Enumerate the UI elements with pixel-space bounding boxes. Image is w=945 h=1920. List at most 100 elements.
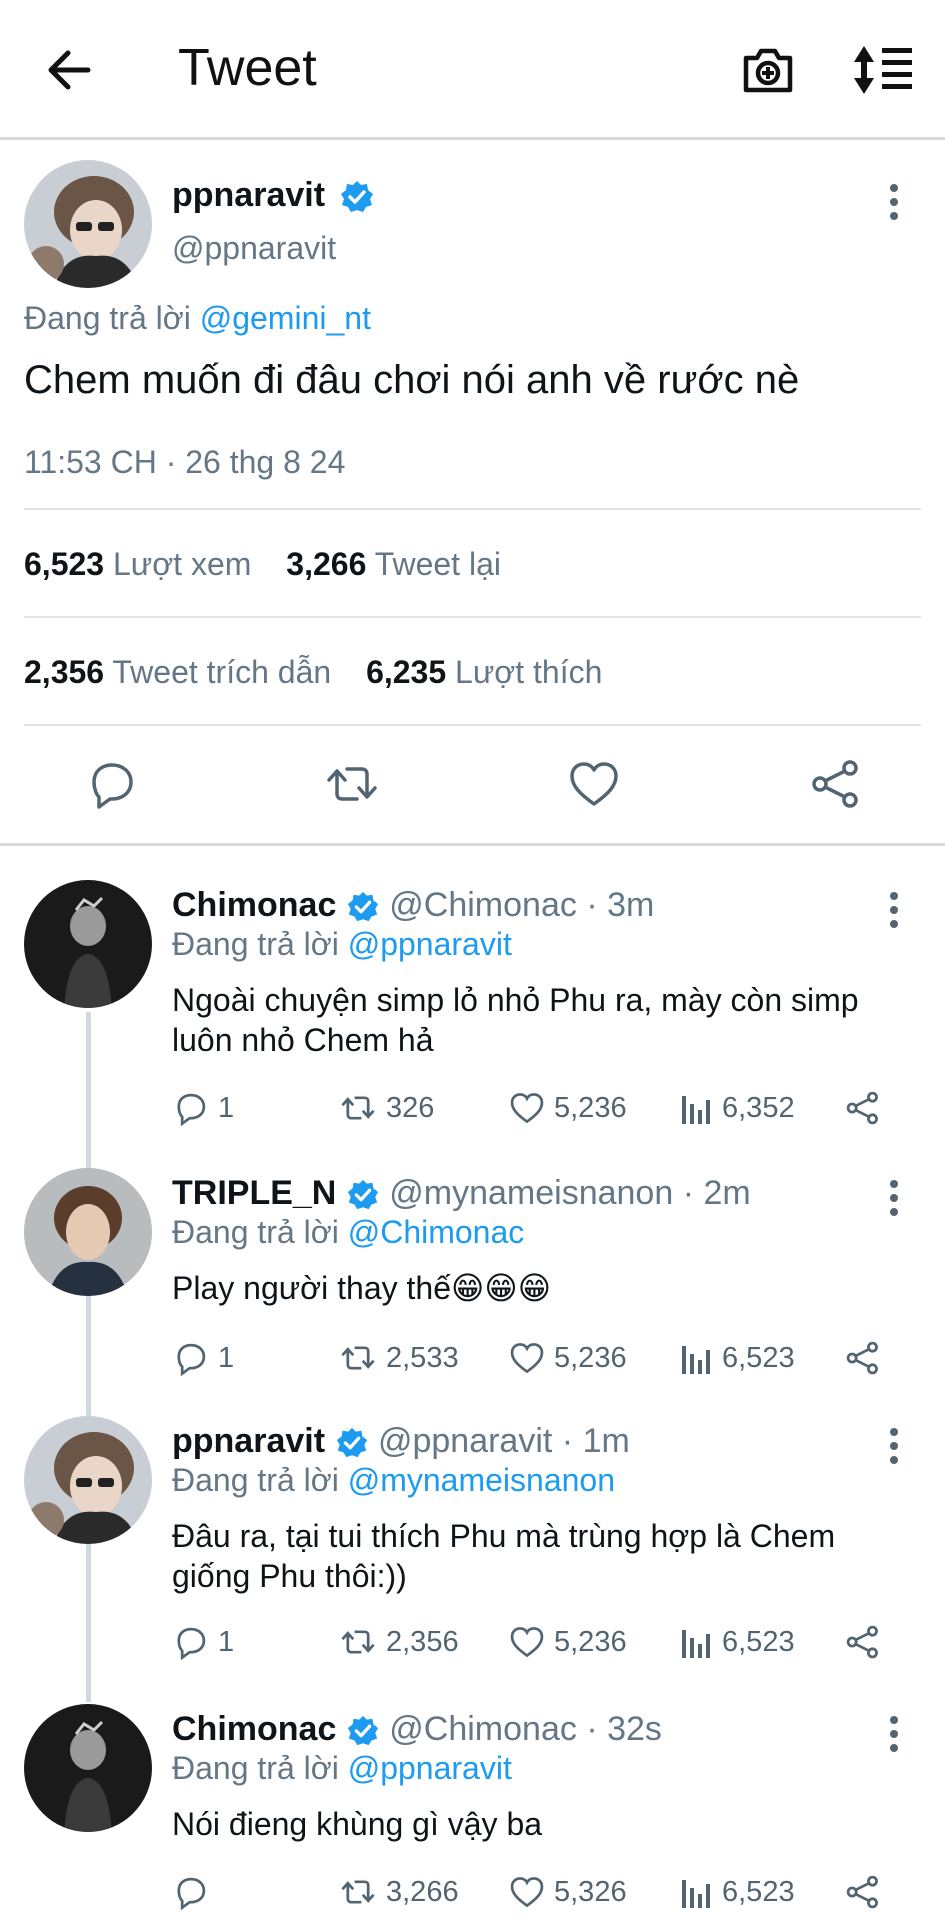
share-icon (846, 1625, 878, 1659)
replying-to-link[interactable]: @ppnaravit (348, 1750, 512, 1786)
reply-text: Nói đieng khùng gì vậy ba (172, 1806, 543, 1842)
like-button[interactable]: 5,236 (508, 1620, 627, 1664)
divider (24, 724, 921, 726)
share-icon (812, 760, 858, 808)
replying-to: Đang trả lời @Chimonac (172, 1214, 525, 1250)
replying-to: Đang trả lời @gemini_nt (24, 300, 371, 337)
retweet-button[interactable]: 2,533 (338, 1336, 459, 1380)
reply-time: · 3m (586, 886, 655, 924)
reply-header: Chimonac @Chimonac · 32s (172, 1710, 662, 1749)
heart-icon (510, 1093, 544, 1124)
retweet-icon (341, 1096, 375, 1120)
reply-action-bar: 1 2,356 5,236 6,523 (172, 1620, 902, 1664)
views-button[interactable]: 6,352 (680, 1086, 795, 1130)
avatar-ppnaravit[interactable] (24, 160, 152, 288)
more-vertical-icon (890, 1428, 898, 1464)
share-button[interactable] (844, 1870, 882, 1914)
quotes-stat[interactable]: 2,356 Tweet trích dẫn (24, 654, 331, 690)
views-button[interactable]: 6,523 (680, 1336, 795, 1380)
reply-button[interactable]: 1 (172, 1086, 234, 1130)
author-name[interactable]: ppnaravit (172, 176, 325, 214)
author-handle[interactable]: @ppnaravit (172, 230, 336, 267)
like-button[interactable]: 5,236 (508, 1336, 627, 1380)
tweet-text: Chem muốn đi đâu chơi nói anh về rước nè (24, 358, 800, 402)
reply-icon (177, 1627, 206, 1661)
reply-icon (92, 763, 133, 809)
reply-item[interactable]: Chimonac @Chimonac · 3m Đang trả lời @pp… (0, 886, 945, 1127)
more-options-button[interactable] (884, 1424, 904, 1468)
reply-author-name[interactable]: Chimonac (172, 1710, 336, 1748)
author-row: ppnaravit (172, 176, 375, 215)
share-button[interactable] (844, 1620, 882, 1664)
back-button[interactable] (40, 40, 100, 100)
reply-author-name[interactable]: ppnaravit (172, 1422, 325, 1460)
reply-button[interactable]: 1 (172, 1336, 234, 1380)
reply-author-handle[interactable]: @Chimonac (389, 886, 577, 924)
share-icon (846, 1091, 878, 1125)
share-icon (846, 1875, 878, 1909)
divider (24, 508, 921, 510)
more-options-button[interactable] (884, 1176, 904, 1220)
replying-to: Đang trả lời @ppnaravit (172, 1750, 512, 1786)
reply-time: · 2m (682, 1174, 751, 1212)
retweet-button[interactable] (324, 756, 380, 812)
more-vertical-icon (890, 184, 898, 220)
replying-to: Đang trả lời @mynameisnanon (172, 1462, 615, 1498)
views-button[interactable]: 6,523 (680, 1870, 795, 1914)
reply-header: ppnaravit @ppnaravit · 1m (172, 1422, 630, 1461)
replying-to-link[interactable]: @Chimonac (348, 1214, 525, 1250)
retweets-stat[interactable]: 3,266 Tweet lại (286, 546, 501, 582)
analytics-icon (682, 1880, 710, 1908)
more-options-button[interactable] (884, 180, 904, 224)
reply-item[interactable]: Chimonac @Chimonac · 32s Đang trả lời @p… (0, 1710, 945, 1920)
reply-text: Đâu ra, tại tui thích Phu mà trùng hợp l… (172, 1518, 836, 1594)
more-options-button[interactable] (884, 888, 904, 932)
reply-icon (177, 1093, 206, 1127)
reply-item[interactable]: ppnaravit @ppnaravit · 1m Đang trả lời @… (0, 1422, 945, 1662)
more-options-button[interactable] (884, 1712, 904, 1756)
retweet-button[interactable]: 2,356 (338, 1620, 459, 1664)
reply-button[interactable] (84, 756, 140, 812)
heart-icon (510, 1627, 544, 1658)
retweet-icon (341, 1880, 375, 1904)
reply-header: Chimonac @Chimonac · 3m (172, 886, 654, 925)
views-button[interactable]: 6,523 (680, 1620, 795, 1664)
page-title: Tweet (178, 39, 317, 97)
camera-button[interactable] (738, 40, 798, 100)
share-button[interactable] (808, 756, 864, 812)
replying-prefix: Đang trả lời (24, 300, 191, 336)
reply-author-handle[interactable]: @Chimonac (389, 1710, 577, 1748)
retweet-icon (341, 1630, 375, 1654)
reply-icon (177, 1877, 206, 1911)
replying-to-link[interactable]: @ppnaravit (348, 926, 512, 962)
replying-to-link[interactable]: @gemini_nt (200, 300, 371, 336)
heart-icon (570, 762, 618, 806)
reply-button[interactable] (172, 1870, 218, 1914)
like-button[interactable]: 5,326 (508, 1870, 627, 1914)
reply-icon (177, 1343, 206, 1377)
replying-to: Đang trả lời @ppnaravit (172, 926, 512, 962)
share-button[interactable] (844, 1336, 882, 1380)
like-button[interactable] (566, 756, 622, 812)
verified-badge-icon (347, 1715, 378, 1746)
arrow-left-icon (48, 50, 91, 90)
likes-stat[interactable]: 6,235 Lượt thích (366, 654, 602, 690)
sort-button[interactable] (850, 40, 920, 100)
reply-item[interactable]: TRIPLE_N @mynameisnanon · 2m Đang trả lờ… (0, 1174, 945, 1404)
heart-icon (510, 1343, 544, 1374)
retweet-button[interactable]: 326 (338, 1086, 434, 1130)
analytics-icon (682, 1346, 710, 1374)
share-button[interactable] (844, 1086, 882, 1130)
reply-author-name[interactable]: TRIPLE_N (172, 1174, 336, 1212)
reply-author-name[interactable]: Chimonac (172, 886, 336, 924)
reply-action-bar: 1 2,533 5,236 6,523 (172, 1336, 902, 1380)
reply-button[interactable]: 1 (172, 1620, 234, 1664)
verified-badge-icon (340, 181, 373, 213)
replying-to-link[interactable]: @mynameisnanon (348, 1462, 615, 1498)
reply-text: Ngoài chuyện simp lỏ nhỏ Phu ra, mày còn… (172, 982, 859, 1058)
retweet-button[interactable]: 3,266 (338, 1870, 459, 1914)
views-stat[interactable]: 6,523 Lượt xem (24, 546, 251, 582)
like-button[interactable]: 5,236 (508, 1086, 627, 1130)
reply-author-handle[interactable]: @ppnaravit (378, 1422, 552, 1460)
reply-author-handle[interactable]: @mynameisnanon (389, 1174, 673, 1212)
